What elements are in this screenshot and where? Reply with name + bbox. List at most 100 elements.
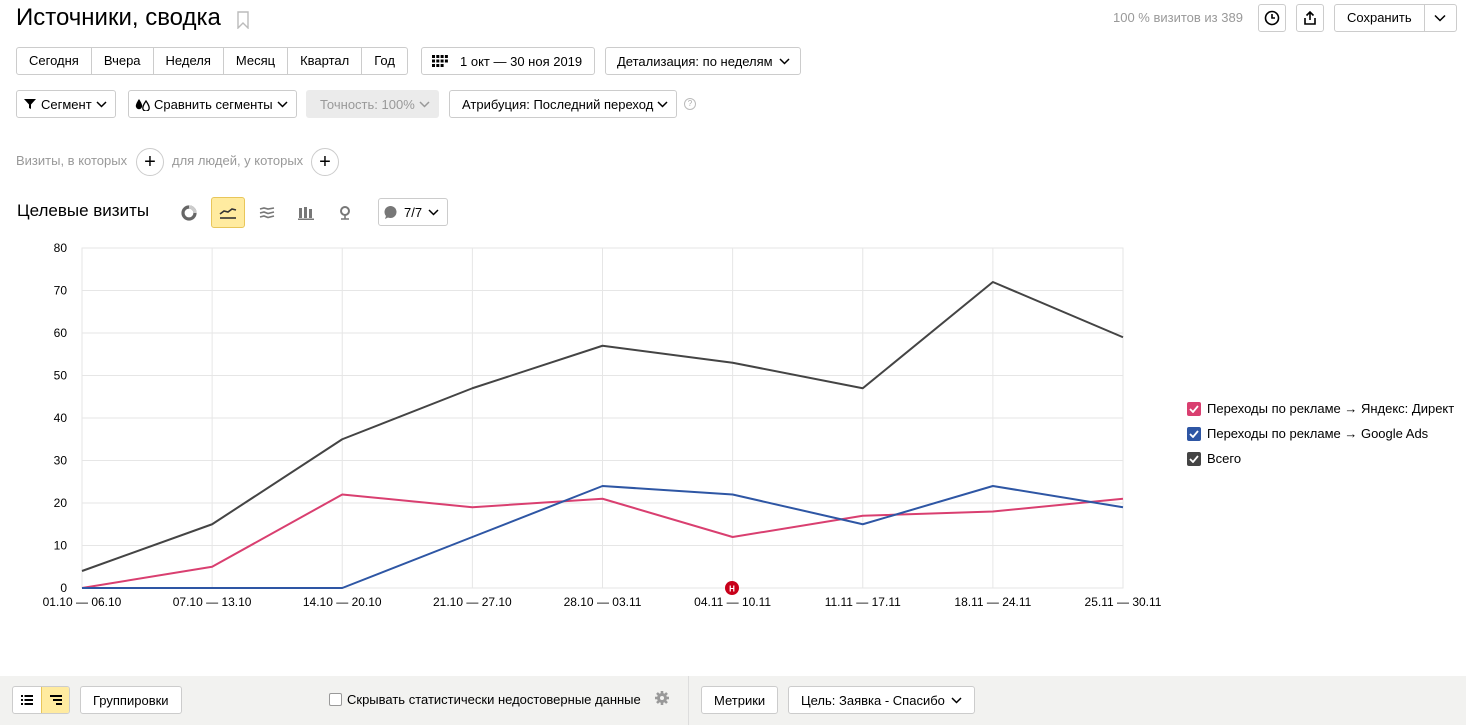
compare-segments-dropdown[interactable]: Сравнить сегменты [128, 90, 297, 118]
x-tick-label: 04.11 — 10.11 [694, 595, 771, 609]
legend-item[interactable]: Переходы по рекламе → Google Ads [1187, 421, 1454, 446]
y-tick-label: 20 [54, 496, 68, 510]
chevron-down-icon [951, 696, 962, 704]
legend-label: Всего [1207, 451, 1242, 466]
detail-dropdown[interactable]: Детализация: по неделям [605, 47, 801, 75]
segment-dropdown[interactable]: Сегмент [16, 90, 116, 118]
x-tick-label: 18.11 — 24.11 [954, 595, 1031, 609]
chevron-down-icon [96, 100, 107, 108]
period-selector: Сегодня Вчера Неделя Месяц Квартал Год [16, 47, 408, 75]
compare-segments-label: Сравнить сегменты [154, 96, 273, 112]
share-icon [1304, 10, 1316, 25]
holiday-marker[interactable]: Н [725, 581, 739, 595]
line-chart: 0 10 20 30 40 50 60 70 80 01.10 — 06.10 07.10 — 1… [43, 241, 1162, 609]
legend-item[interactable]: Переходы по рекламе → Яндекс: Директ [1187, 396, 1454, 421]
attribution-label: Атрибуция: Последний переход [462, 96, 654, 112]
save-button-group[interactable]: Сохранить [1334, 4, 1457, 32]
visits-sampling-info: 100 % визитов из 389 [1113, 10, 1243, 25]
period-month[interactable]: Месяц [224, 48, 289, 74]
x-tick-label: 28.10 — 03.11 [564, 595, 642, 609]
table-view-toggle [12, 686, 70, 714]
chart-type-line[interactable] [211, 197, 245, 228]
metrics-button[interactable]: Метрики [701, 686, 779, 714]
map-pin-icon [340, 205, 350, 220]
flat-list-view-button[interactable] [13, 687, 41, 713]
period-week[interactable]: Неделя [154, 48, 224, 74]
segment-label: Сегмент [41, 96, 92, 112]
x-tick-label: 21.10 — 27.10 [433, 595, 512, 609]
period-year[interactable]: Год [362, 48, 407, 74]
x-tick-label: 14.10 — 20.10 [303, 595, 382, 609]
legend-checkbox[interactable] [1187, 426, 1201, 441]
save-options-button[interactable] [1425, 5, 1456, 31]
chevron-down-icon [428, 208, 439, 216]
chevron-down-icon [779, 57, 790, 65]
add-visit-condition-button[interactable]: + [136, 148, 164, 176]
legend-checkbox[interactable] [1187, 451, 1201, 466]
bookmark-icon[interactable] [236, 11, 250, 29]
visits-condition-label: Визиты, в которых [16, 153, 128, 168]
legend-checkbox[interactable] [1187, 401, 1201, 416]
gear-icon[interactable] [654, 690, 670, 706]
plus-icon: + [144, 151, 156, 173]
y-tick-label: 60 [54, 326, 68, 340]
period-yesterday[interactable]: Вчера [92, 48, 154, 74]
calendar-icon [432, 55, 448, 67]
compare-drops-icon [135, 98, 150, 111]
filter-icon [24, 99, 36, 109]
period-today[interactable]: Сегодня [17, 48, 92, 74]
y-tick-label: 50 [54, 369, 68, 383]
notes-dropdown[interactable]: 7/7 [378, 198, 449, 226]
hide-unreliable-label: Скрывать статистически недостоверные дан… [347, 692, 641, 707]
history-button[interactable] [1258, 4, 1286, 32]
attribution-dropdown[interactable]: Атрибуция: Последний переход [449, 90, 678, 118]
groupings-button[interactable]: Группировки [80, 686, 182, 714]
check-icon [1189, 429, 1199, 438]
list-icon [21, 695, 33, 705]
x-tick-label: 25.11 — 30.11 [1085, 595, 1162, 609]
legend-label: Переходы по рекламе → Google Ads [1207, 426, 1429, 441]
tree-list-icon [49, 695, 62, 705]
line-chart-icon [219, 207, 237, 219]
hide-unreliable-toggle[interactable]: Скрывать статистически недостоверные дан… [329, 692, 641, 707]
y-tick-label: 40 [54, 411, 68, 425]
people-condition-label: для людей, у которых [172, 153, 304, 168]
chart-legend: Переходы по рекламе → Яндекс: Директ Пере… [1187, 396, 1454, 471]
legend-label: Переходы по рекламе → Яндекс: Директ [1207, 401, 1455, 416]
export-button[interactable] [1296, 4, 1324, 32]
tree-view-button[interactable] [41, 687, 69, 713]
pie-chart-icon [181, 204, 197, 221]
toolbar-divider [688, 676, 689, 725]
date-range-label: 1 окт — 30 ноя 2019 [460, 53, 583, 69]
clock-icon [1264, 10, 1280, 26]
y-tick-label: 70 [54, 284, 68, 298]
chevron-down-icon [419, 100, 430, 108]
date-range-picker[interactable]: 1 окт — 30 ноя 2019 [421, 47, 596, 75]
plus-icon: + [319, 151, 331, 173]
y-tick-label: 10 [54, 539, 68, 553]
page-title: Источники, сводка [16, 4, 221, 31]
holiday-marker-label: Н [729, 585, 735, 594]
hide-unreliable-checkbox[interactable] [329, 693, 342, 706]
x-tick-label: 01.10 — 06.10 [43, 595, 122, 609]
bottom-toolbar: Группировки Скрывать статистически недос… [0, 676, 1466, 725]
notes-count: 7/7 [404, 204, 423, 220]
chart-type-bar[interactable] [289, 197, 323, 228]
y-tick-label: 30 [54, 454, 68, 468]
save-button[interactable]: Сохранить [1335, 5, 1425, 31]
period-quarter[interactable]: Квартал [288, 48, 363, 74]
chart-type-map[interactable] [328, 197, 362, 228]
help-icon[interactable]: ? [684, 98, 696, 110]
add-people-condition-button[interactable]: + [311, 148, 339, 176]
x-tick-label: 07.10 — 13.10 [173, 595, 252, 609]
chart-type-pie[interactable] [172, 197, 206, 228]
goal-label: Цель: Заявка - Спасибо [801, 692, 945, 708]
chart-type-area[interactable] [250, 197, 284, 228]
goal-dropdown[interactable]: Цель: Заявка - Спасибо [788, 686, 975, 714]
legend-item[interactable]: Всего [1187, 446, 1454, 471]
accuracy-dropdown: Точность: 100% [306, 90, 439, 118]
chevron-down-icon [277, 100, 288, 108]
check-icon [1189, 404, 1199, 413]
chevron-down-icon [1434, 14, 1446, 22]
speech-bubble-icon [384, 205, 397, 219]
